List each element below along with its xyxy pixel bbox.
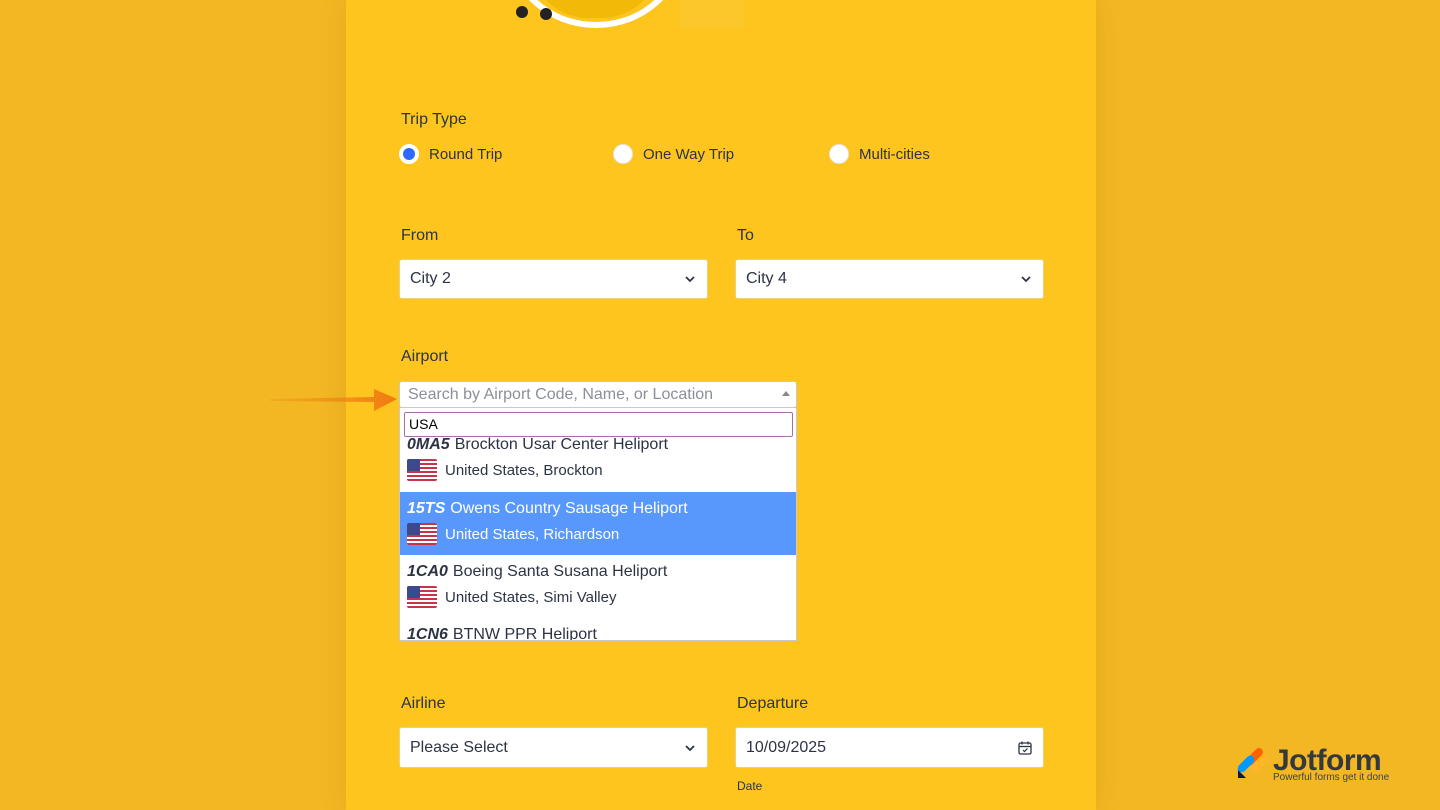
radio-round-trip[interactable]: Round Trip: [399, 144, 502, 164]
caret-up-icon: [782, 391, 790, 396]
luggage-wheel-icon: [516, 6, 528, 18]
airport-code: 15TS: [407, 500, 446, 517]
trip-type-label: Trip Type: [401, 111, 467, 128]
radio-unchecked-icon[interactable]: [829, 144, 849, 164]
airport-location: United States, Richardson: [445, 525, 620, 543]
brand-tagline: Powerful forms get it done: [1273, 772, 1390, 783]
chevron-down-icon: [685, 276, 695, 283]
departure-label: Departure: [737, 695, 809, 712]
airline-label: Airline: [401, 695, 446, 712]
airport-name: Boeing Santa Susana Heliport: [452, 563, 668, 580]
airport-dropdown: USA 0MA5 Brockton Usar Center Heliport Un…: [399, 408, 797, 641]
us-flag-icon: [407, 586, 437, 608]
chevron-down-icon: [1021, 276, 1031, 283]
airport-location: United States, Brockton: [445, 461, 603, 479]
departure-sublabel: Date: [737, 779, 763, 793]
airport-code: 0MA5: [407, 436, 450, 453]
luggage-wheel-icon: [540, 8, 552, 20]
us-flag-icon: [407, 459, 437, 481]
airport-code: 1CA0: [407, 563, 448, 580]
airline-select[interactable]: Please Select: [399, 727, 708, 768]
to-label: To: [737, 227, 754, 244]
radio-one-way-trip[interactable]: One Way Trip: [613, 144, 734, 164]
from-select[interactable]: City 2: [399, 259, 708, 299]
to-select[interactable]: City 4: [735, 259, 1044, 299]
airport-combobox[interactable]: Search by Airport Code, Name, or Locatio…: [399, 381, 797, 408]
jotform-logo-icon: [1237, 748, 1269, 778]
airport-option-highlighted[interactable]: 15TS Owens Country Sausage Heliport Unite…: [400, 492, 796, 555]
to-select-value: City 4: [746, 270, 787, 287]
radio-label: Round Trip: [429, 145, 503, 163]
airport-name: Brockton Usar Center Heliport: [454, 436, 669, 453]
from-select-value: City 2: [410, 270, 451, 287]
airport-option[interactable]: 0MA5 Brockton Usar Center Heliport United…: [400, 432, 796, 495]
airport-code: 1CN6: [407, 626, 448, 641]
calendar-icon[interactable]: [1017, 740, 1033, 756]
departure-date-value: 10/09/2025: [746, 738, 827, 756]
airport-location: United States, Simi Valley: [445, 588, 617, 606]
hero-image-shadow: [680, 0, 744, 28]
chevron-down-icon: [685, 744, 695, 751]
from-label: From: [401, 227, 439, 244]
pointer-arrow-icon: [270, 389, 397, 411]
airport-option[interactable]: 1CA0 Boeing Santa Susana Heliport United …: [400, 555, 796, 618]
airport-option[interactable]: 1CN6 BTNW PPR Heliport: [400, 618, 796, 641]
airport-name: Owens Country Sausage Heliport: [450, 500, 688, 517]
airport-label: Airport: [401, 348, 449, 365]
radio-label: Multi-cities: [859, 145, 930, 163]
airport-name: BTNW PPR Heliport: [452, 626, 597, 641]
airport-placeholder: Search by Airport Code, Name, or Locatio…: [408, 386, 714, 403]
us-flag-icon: [407, 523, 437, 545]
radio-multi-cities[interactable]: Multi-cities: [829, 144, 930, 164]
radio-unchecked-icon[interactable]: [613, 144, 633, 164]
departure-date-input[interactable]: 10/09/2025: [735, 727, 1044, 768]
radio-label: One Way Trip: [643, 145, 735, 163]
airline-select-value: Please Select: [410, 738, 508, 756]
radio-checked-icon[interactable]: [399, 144, 419, 164]
